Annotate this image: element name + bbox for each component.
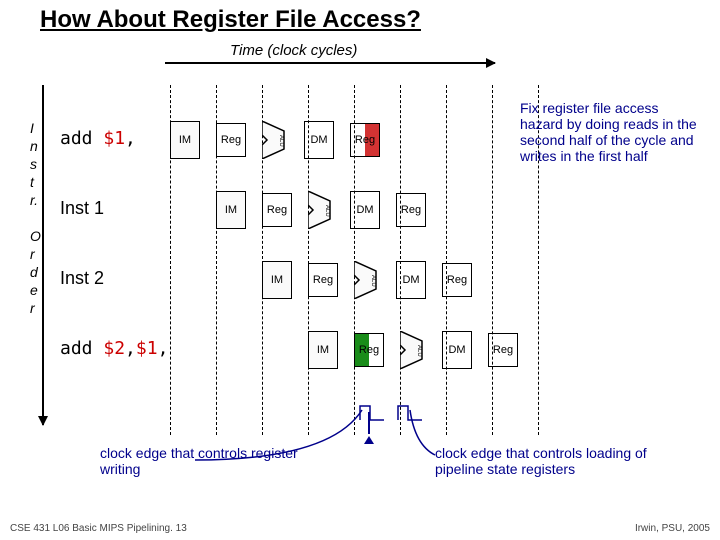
pipeline-row: IMRegALUDMReg xyxy=(170,120,396,160)
stage-reg-read: Reg xyxy=(216,123,246,157)
instruction-label: Inst 1 xyxy=(60,198,104,219)
cycle-divider xyxy=(400,85,401,435)
cycle-divider xyxy=(446,85,447,435)
vert-label-char: O xyxy=(30,228,41,246)
svg-text:ALU: ALU xyxy=(278,135,284,147)
vert-label-char: r xyxy=(30,246,41,264)
svg-text:ALU: ALU xyxy=(324,205,330,217)
stage-alu: ALU xyxy=(308,191,334,229)
cycle-divider xyxy=(262,85,263,435)
vert-label-char: I xyxy=(30,120,41,138)
stage-im: IM xyxy=(262,261,292,299)
explanation-text: Fix register file access hazard by doing… xyxy=(520,100,705,164)
pipeline-row: IMRegALUDMReg xyxy=(262,260,488,300)
instruction-label: Inst 2 xyxy=(60,268,104,289)
clock-load-label: clock edge that controls loading of pipe… xyxy=(435,445,655,477)
instr-order-arrow-icon xyxy=(42,85,44,425)
cycle-divider xyxy=(492,85,493,435)
clock-waveform-icon xyxy=(396,400,424,424)
stage-reg-read: Reg xyxy=(308,263,338,297)
pipeline-row: IMRegALUDMReg xyxy=(308,330,534,370)
svg-text:ALU: ALU xyxy=(416,345,422,357)
instr-order-label: Instr. Order xyxy=(30,120,41,318)
stage-reg-read: Reg xyxy=(262,193,292,227)
stage-alu: ALU xyxy=(400,331,426,369)
slide-title: How About Register File Access? xyxy=(40,6,421,34)
footer-right: Irwin, PSU, 2005 xyxy=(635,523,710,534)
footer-left: CSE 431 L06 Basic MIPS Pipelining. 13 xyxy=(10,523,187,534)
cycle-divider xyxy=(354,85,355,435)
pipeline-row: IMRegALUDMReg xyxy=(216,190,442,230)
cycle-divider xyxy=(216,85,217,435)
cycle-divider xyxy=(170,85,171,435)
stage-im: IM xyxy=(308,331,338,369)
vert-label-char: r. xyxy=(30,192,41,210)
stage-im: IM xyxy=(170,121,200,159)
clock-waveform-icon xyxy=(358,400,386,424)
vert-label-char: e xyxy=(30,282,41,300)
clock-edge-marker-icon xyxy=(368,412,370,434)
vert-label-char: s xyxy=(30,156,41,174)
cycle-divider xyxy=(308,85,309,435)
instruction-label: add $2,$1, xyxy=(60,338,168,359)
svg-text:ALU: ALU xyxy=(370,275,376,287)
vert-label-char xyxy=(30,210,41,228)
arrow-up-icon xyxy=(368,433,374,451)
stage-alu: ALU xyxy=(354,261,380,299)
vert-label-char: d xyxy=(30,264,41,282)
clock-write-label: clock edge that controls register writin… xyxy=(100,445,300,477)
time-arrow-icon xyxy=(165,62,495,64)
stage-im: IM xyxy=(216,191,246,229)
stage-reg-read: Reg xyxy=(354,333,384,367)
instruction-label: add $1, xyxy=(60,128,136,149)
vert-label-char: t xyxy=(30,174,41,192)
vert-label-char: n xyxy=(30,138,41,156)
time-axis-label: Time (clock cycles) xyxy=(230,42,357,59)
vert-label-char: r xyxy=(30,300,41,318)
stage-alu: ALU xyxy=(262,121,288,159)
